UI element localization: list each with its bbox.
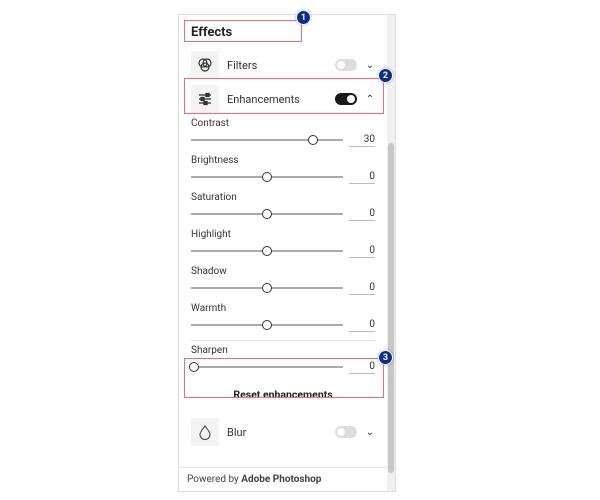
footer-prefix: Powered by — [187, 474, 241, 485]
blur-icon — [191, 418, 219, 446]
sliders-icon — [191, 85, 219, 113]
blur-row[interactable]: Blur ⌄ — [187, 415, 379, 449]
panel-content: Effects Filters ⌄ — [179, 15, 387, 491]
highlight-slider[interactable] — [191, 250, 343, 252]
contrast-value[interactable]: 30 — [349, 134, 375, 147]
effects-panel: Effects Filters ⌄ — [178, 14, 396, 492]
sharpen-value[interactable]: 0 — [349, 361, 375, 374]
brightness-group: Brightness 0 — [191, 155, 375, 186]
highlight-value[interactable]: 0 — [349, 245, 375, 258]
contrast-slider[interactable] — [191, 139, 343, 141]
highlight-group: Highlight 0 — [191, 229, 375, 260]
annotation-badge-2: 2 — [378, 68, 393, 83]
chevron-down-icon[interactable]: ⌄ — [365, 60, 375, 71]
warmth-slider[interactable] — [191, 324, 343, 326]
shadow-group: Shadow 0 — [191, 266, 375, 297]
saturation-value[interactable]: 0 — [349, 208, 375, 221]
divider — [191, 340, 375, 341]
scrollbar-thumb[interactable] — [388, 143, 394, 473]
saturation-group: Saturation 0 — [191, 192, 375, 223]
section-title: Effects — [187, 21, 379, 48]
warmth-label: Warmth — [191, 303, 375, 314]
filters-row[interactable]: Filters ⌄ — [187, 48, 379, 82]
annotation-badge-3: 3 — [378, 350, 393, 365]
sharpen-slider[interactable] — [191, 366, 343, 368]
enhancements-row[interactable]: Enhancements ⌃ — [187, 82, 379, 116]
saturation-label: Saturation — [191, 192, 375, 203]
blur-label: Blur — [227, 426, 327, 439]
blur-toggle[interactable] — [335, 426, 357, 438]
footer-brand: Adobe Photoshop — [241, 474, 321, 485]
contrast-group: Contrast 30 — [191, 118, 375, 149]
shadow-label: Shadow — [191, 266, 375, 277]
filters-icon — [191, 51, 219, 79]
contrast-label: Contrast — [191, 118, 375, 129]
sharpen-label: Sharpen — [191, 345, 375, 356]
brightness-value[interactable]: 0 — [349, 171, 375, 184]
filters-toggle[interactable] — [335, 59, 357, 71]
chevron-down-icon[interactable]: ⌄ — [365, 427, 375, 438]
brightness-label: Brightness — [191, 155, 375, 166]
reset-enhancements-button[interactable]: Reset enhancements — [191, 382, 375, 409]
annotation-badge-1: 1 — [296, 10, 311, 25]
enhancements-toggle[interactable] — [335, 93, 357, 105]
warmth-group: Warmth 0 — [191, 303, 375, 334]
shadow-slider[interactable] — [191, 287, 343, 289]
sharpen-group: Sharpen 0 — [191, 345, 375, 376]
highlight-label: Highlight — [191, 229, 375, 240]
warmth-value[interactable]: 0 — [349, 319, 375, 332]
enhancements-label: Enhancements — [227, 93, 327, 106]
enhancements-sliders: Contrast 30 Brightness 0 Saturation 0 — [187, 116, 379, 415]
chevron-up-icon[interactable]: ⌃ — [365, 94, 375, 105]
filters-label: Filters — [227, 59, 327, 72]
panel-footer: Powered by Adobe Photoshop — [179, 467, 387, 491]
brightness-slider[interactable] — [191, 176, 343, 178]
shadow-value[interactable]: 0 — [349, 282, 375, 295]
scrollbar[interactable] — [387, 15, 395, 491]
saturation-slider[interactable] — [191, 213, 343, 215]
